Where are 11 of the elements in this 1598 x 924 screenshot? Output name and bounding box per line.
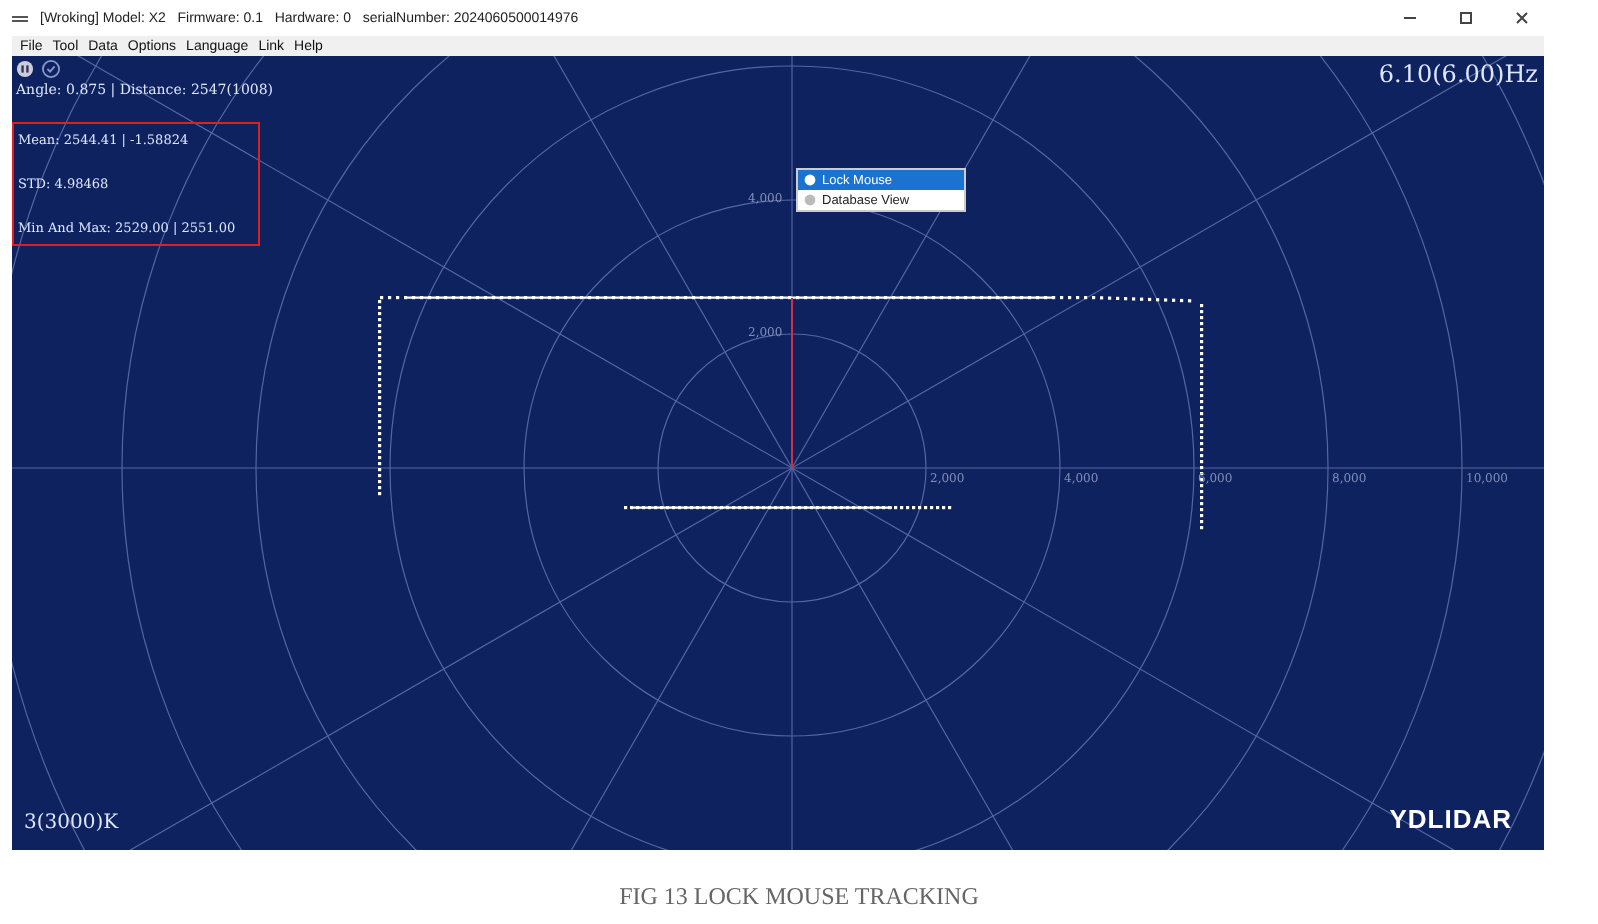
close-icon[interactable] [1514, 10, 1530, 26]
check-icon[interactable] [42, 60, 60, 78]
figure-caption: FIG 13 LOCK MOUSE TRACKING [617, 882, 981, 912]
frequency-readout: 6.10(6.00)Hz [1378, 60, 1538, 88]
logo: YDLIDAR [1389, 804, 1512, 834]
sample-rate-readout: 3(3000)K [24, 812, 119, 834]
app-icon [12, 15, 28, 21]
maximize-icon[interactable] [1458, 10, 1474, 26]
pause-icon[interactable] [16, 60, 34, 78]
circle-icon [804, 174, 816, 186]
circle-icon [804, 194, 816, 206]
